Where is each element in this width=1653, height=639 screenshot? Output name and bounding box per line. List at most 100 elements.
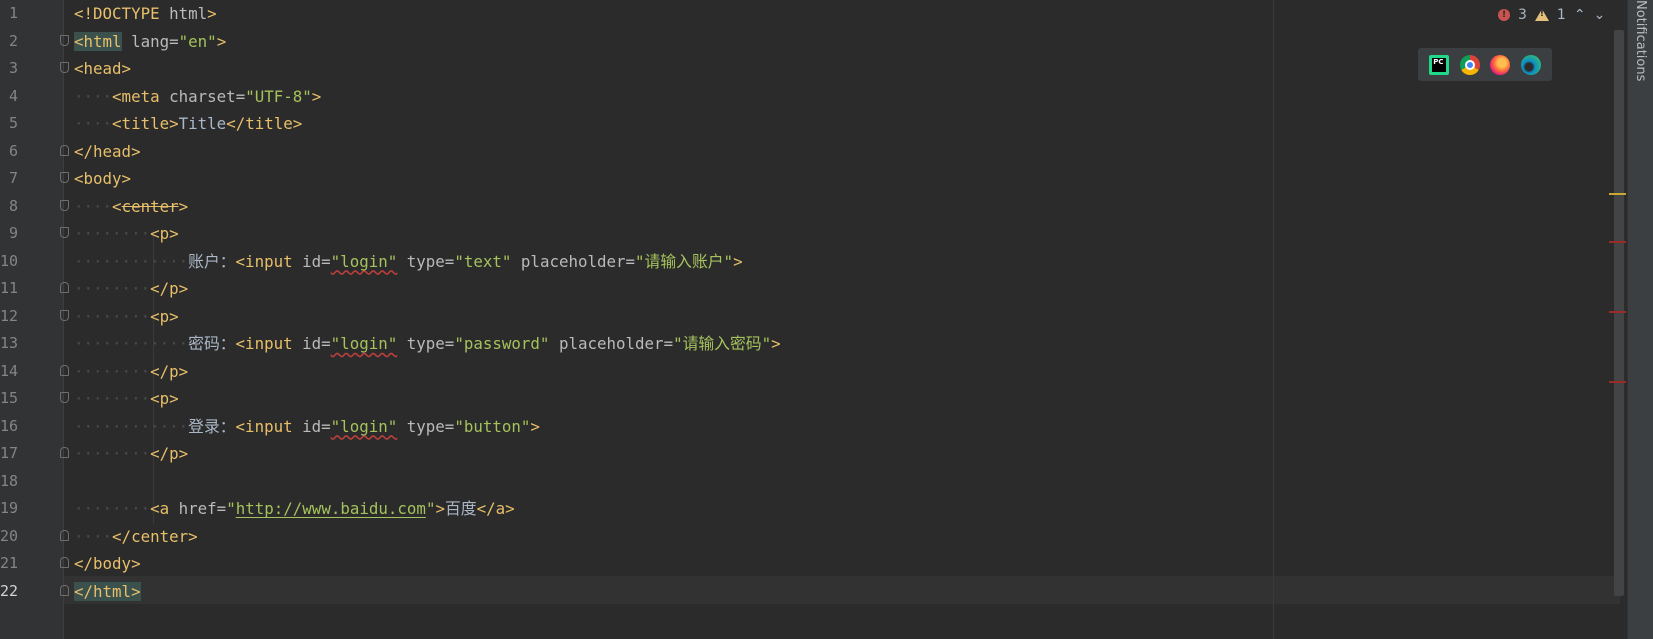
code-line-5[interactable]: ····<title>Title</title> [74,110,302,138]
line-number[interactable]: 15 [0,385,18,413]
title-text: Title [178,114,227,133]
html-open-tag: <html [74,31,122,51]
attr-value: "button" [454,416,531,436]
tag-bracket: > [435,499,445,518]
code-line-10[interactable]: ············账户：<input id="login" type="t… [74,248,743,276]
fold-marker-icon[interactable] [60,585,69,596]
code-line-11[interactable]: ········</p> [74,275,188,303]
code-line-9[interactable]: ········<p> [74,220,179,248]
chevron-down-icon[interactable]: ⌄ [1594,7,1606,23]
line-number[interactable]: 6 [0,138,18,166]
fold-marker-icon[interactable] [60,530,69,541]
chevron-up-icon[interactable]: ⌃ [1574,7,1586,23]
current-line-highlight [64,576,1620,604]
line-number[interactable]: 8 [0,193,18,221]
line-number[interactable]: 22 [0,578,18,606]
line-number[interactable]: 14 [0,358,18,386]
fold-marker-icon[interactable] [60,447,69,458]
code-line-6[interactable]: </head> [74,138,141,166]
doctype-keyword: <!DOCTYPE [74,4,160,23]
code-line-1[interactable]: <!DOCTYPE html> [74,0,217,28]
code-line-14[interactable]: ········</p> [74,358,188,386]
fold-marker-icon[interactable] [60,172,69,183]
warning-icon [1534,9,1549,21]
code-line-21[interactable]: </body> [74,550,141,578]
code-line-19[interactable]: ········<a href="http://www.baidu.com">百… [74,495,515,523]
fold-marker-icon[interactable] [60,310,69,321]
code-line-20[interactable]: ····</center> [74,523,198,551]
line-number[interactable]: 2 [0,28,18,56]
edge-icon[interactable] [1520,54,1541,75]
error-stripe-marker[interactable] [1609,381,1626,383]
code-editor[interactable]: <!DOCTYPE html> <html lang="en"> <head> … [0,0,1653,639]
fold-marker-icon[interactable] [60,282,69,293]
quote: " [226,499,236,518]
line-number[interactable]: 20 [0,523,18,551]
indent-dots: ········ [74,389,151,408]
line-number[interactable]: 4 [0,83,18,111]
inspection-widget[interactable]: ! 3 1 ⌃ ⌄ [1498,4,1605,26]
head-close-tag: </head> [74,141,141,161]
line-number[interactable]: 12 [0,303,18,331]
vertical-scrollbar[interactable] [1614,30,1624,596]
body-close-tag: </body> [74,554,141,573]
code-line-15[interactable]: ········<p> [74,385,179,413]
code-line-17[interactable]: ········</p> [74,440,188,468]
attr-name: type= [397,334,455,353]
link-text: 百度 [444,499,477,518]
pycharm-icon[interactable]: PC [1429,54,1450,75]
code-line-22[interactable]: </html> [74,578,141,606]
tag-bracket: > [530,416,540,436]
tag-bracket: < [112,196,122,216]
attr-name: charset= [159,86,246,106]
fold-marker-icon[interactable] [60,200,69,211]
attr-name: lang= [121,31,179,51]
line-number[interactable]: 11 [0,275,18,303]
code-line-4[interactable]: ····<meta charset="UTF-8"> [74,83,321,111]
attr-value: "UTF-8" [245,86,312,106]
indent-dots: ········ [74,361,151,381]
code-line-7[interactable]: <body> [74,165,131,193]
fold-marker-icon[interactable] [60,392,69,403]
line-number[interactable]: 18 [0,468,18,496]
line-number[interactable]: 13 [0,330,18,358]
fold-marker-icon[interactable] [60,35,69,46]
line-number[interactable]: 9 [0,220,18,248]
code-line-13[interactable]: ············密码：<input id="login" type="p… [74,330,781,358]
code-line-8[interactable]: ····<center> [74,193,188,221]
indent-dots: ············ [74,416,189,436]
fold-marker-icon[interactable] [60,62,69,73]
notifications-tab[interactable]: Notifications [1633,0,1648,81]
tag-bracket: > [311,86,322,106]
indent-dots: ········ [74,279,151,298]
attr-value: "text" [454,251,512,271]
fold-marker-icon[interactable] [60,557,69,568]
href-url-link[interactable]: http://www.baidu.com [236,499,426,518]
firefox-icon[interactable] [1490,54,1511,75]
code-line-2[interactable]: <html lang="en"> [74,28,226,56]
line-number[interactable]: 7 [0,165,18,193]
code-line-3[interactable]: <head> [74,55,131,83]
indent-dots: ···· [74,196,113,216]
line-number[interactable]: 16 [0,413,18,441]
line-number[interactable]: 21 [0,550,18,578]
chrome-icon[interactable] [1459,54,1480,75]
line-number[interactable]: 19 [0,495,18,523]
line-number[interactable]: 17 [0,440,18,468]
code-line-12[interactable]: ········<p> [74,303,179,331]
fold-marker-icon[interactable] [60,365,69,376]
line-number[interactable]: 10 [0,248,18,276]
fold-marker-icon[interactable] [60,145,69,156]
line-number[interactable]: 1 [0,0,18,28]
attr-name: type= [397,416,455,436]
line-number[interactable]: 3 [0,55,18,83]
fold-marker-icon[interactable] [60,227,69,238]
attr-name: id= [292,251,331,271]
indent-dots: ············ [74,334,189,353]
error-stripe-marker[interactable] [1609,241,1626,243]
code-line-16[interactable]: ············登录：<input id="login" type="b… [74,413,540,441]
line-number[interactable]: 5 [0,110,18,138]
warning-stripe-marker[interactable] [1609,193,1626,195]
error-stripe-marker[interactable] [1609,311,1626,313]
head-open-tag: <head> [74,59,132,78]
